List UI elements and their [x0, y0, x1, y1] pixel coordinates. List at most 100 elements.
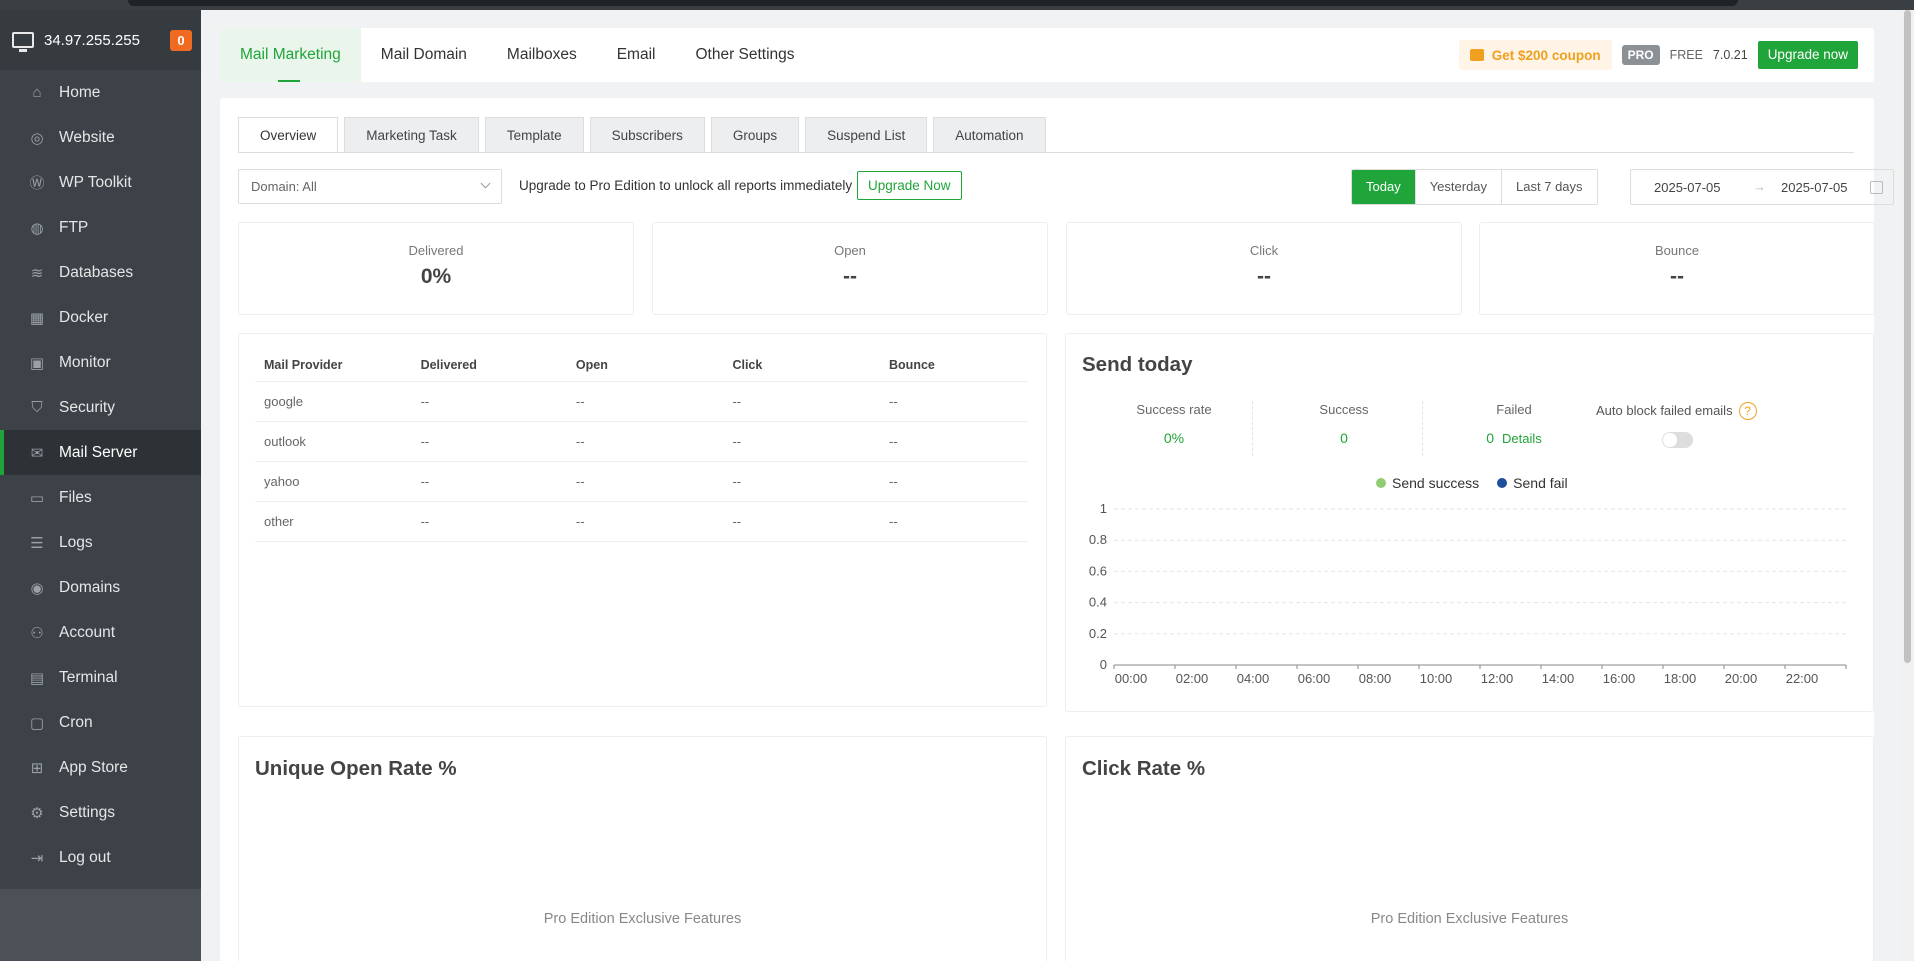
subtab-subscribers[interactable]: Subscribers: [589, 117, 705, 152]
x-tick-label: 04:00: [1237, 671, 1270, 686]
server-ip: 34.97.255.255: [44, 31, 140, 49]
sidebar-item-website[interactable]: ◎ Website: [0, 115, 201, 160]
table-cell: --: [723, 461, 881, 502]
sidebar-item-label: Files: [59, 488, 92, 506]
tab-other-settings[interactable]: Other Settings: [675, 28, 814, 82]
legend-dot-icon: [1376, 478, 1386, 488]
sidebar-item-files[interactable]: ▭ Files: [0, 475, 201, 520]
sidebar-item-logs[interactable]: ☰ Logs: [0, 520, 201, 565]
subtab-overview[interactable]: Overview: [238, 117, 339, 153]
tab-mailboxes[interactable]: Mailboxes: [487, 28, 597, 82]
auto-block-toggle[interactable]: [1662, 432, 1693, 448]
table-body: google -- -- -- -- outlook -- -- -- -- yahoo -- -- --…: [255, 381, 1028, 542]
sidebar-item-wp-toolkit[interactable]: Ⓦ WP Toolkit: [0, 160, 201, 205]
server-header[interactable]: 34.97.255.255 0: [0, 10, 201, 70]
legend-send-success[interactable]: Send success: [1376, 475, 1479, 491]
sidebar-item-terminal[interactable]: ▤ Terminal: [0, 655, 201, 700]
table-cell: --: [411, 501, 567, 542]
day-button-yesterday[interactable]: Yesterday: [1416, 170, 1503, 204]
tab-mail-domain[interactable]: Mail Domain: [361, 28, 487, 82]
subtab-automation[interactable]: Automation: [933, 117, 1046, 152]
notification-badge[interactable]: 0: [170, 30, 192, 51]
sidebar-item-label: FTP: [59, 218, 89, 236]
sidebar-item-domains[interactable]: ◉ Domains: [0, 565, 201, 610]
table-cell: --: [566, 381, 724, 422]
provider-table: Mail Provider Delivered Open Click Bounce go…: [255, 350, 1028, 542]
tab-mail-marketing[interactable]: Mail Marketing: [220, 28, 361, 82]
stat-card-delivered: Delivered 0%: [238, 222, 634, 315]
database-icon: ≋: [30, 264, 44, 282]
home-icon: ⌂: [32, 84, 42, 101]
coupon-label: Get $200 coupon: [1491, 47, 1601, 63]
table-cell: --: [566, 421, 724, 462]
upgrade-now-button[interactable]: Upgrade now: [1757, 41, 1858, 69]
sidebar-item-security[interactable]: ⛉ Security: [0, 385, 201, 430]
y-tick-label: 0.8: [1089, 532, 1107, 547]
sidebar-item-label: App Store: [59, 758, 128, 776]
scrollbar-thumb[interactable]: [1904, 10, 1911, 663]
table-cell: --: [723, 501, 881, 542]
calendar-icon: [1870, 181, 1883, 194]
pro-badge: PRO: [1621, 45, 1660, 65]
sub-tabs: Overview Marketing Task Template Subscriber…: [238, 117, 1046, 153]
sidebar-item-account[interactable]: ⚇ Account: [0, 610, 201, 655]
subtab-marketing-task[interactable]: Marketing Task: [344, 117, 479, 152]
logout-icon: ⇥: [30, 849, 44, 867]
metric-value: 0%: [1163, 430, 1185, 446]
stat-label: Click: [1249, 243, 1279, 258]
legend-send-fail[interactable]: Send fail: [1497, 475, 1568, 491]
divider: [1252, 401, 1253, 456]
help-icon[interactable]: ?: [1738, 402, 1757, 420]
table-row: yahoo -- -- -- --: [255, 461, 1028, 502]
legend-label: Send success: [1392, 475, 1480, 491]
y-tick-label: 0.2: [1089, 626, 1107, 641]
metric-label: Success: [1319, 402, 1369, 417]
monitor-icon: [12, 32, 34, 52]
sidebar-item-log-out[interactable]: ⇥ Log out: [0, 835, 201, 880]
details-link[interactable]: Details: [1502, 431, 1542, 446]
stat-value: --: [1257, 265, 1271, 288]
sidebar-item-docker[interactable]: ▦ Docker: [0, 295, 201, 340]
table-cell: google: [255, 381, 412, 422]
stat-value: --: [1670, 265, 1684, 288]
table-cell: --: [880, 381, 1028, 422]
sidebar-item-databases[interactable]: ≋ Databases: [0, 250, 201, 295]
sidebar-item-label: Domains: [59, 578, 121, 596]
y-tick-label: 0.4: [1089, 595, 1107, 610]
shield-icon: ⛉: [31, 399, 43, 416]
sidebar-item-label: Docker: [59, 308, 109, 326]
upgrade-message: Upgrade to Pro Edition to unlock all rep…: [519, 178, 853, 193]
domain-select[interactable]: Domain: All: [238, 169, 502, 204]
subtab-suspend-list[interactable]: Suspend List: [805, 117, 928, 152]
sidebar-item-settings[interactable]: ⚙ Settings: [0, 790, 201, 835]
tab-email[interactable]: Email: [597, 28, 676, 82]
subtab-template[interactable]: Template: [484, 117, 584, 152]
sidebar-item-monitor[interactable]: ▣ Monitor: [0, 340, 201, 385]
sidebar-item-mail-server[interactable]: ✉ Mail Server: [0, 430, 201, 475]
sidebar-item-label: Account: [59, 623, 116, 641]
metric-value: 0 Details: [1454, 430, 1574, 446]
day-button-last-7-days[interactable]: Last 7 days: [1502, 170, 1597, 204]
x-tick-label: 00:00: [1115, 671, 1148, 686]
stat-label: Bounce: [1654, 243, 1700, 258]
table-header-row: Mail Provider Delivered Open Click Bounce: [255, 350, 1028, 382]
date-range-picker[interactable]: 2025-07-05 → 2025-07-05: [1630, 169, 1894, 205]
provider-card: Mail Provider Delivered Open Click Bounce go…: [238, 333, 1047, 707]
table-cell: --: [566, 501, 724, 542]
sidebar-item-label: Databases: [59, 263, 134, 281]
day-button-today[interactable]: Today: [1352, 170, 1416, 204]
scrollbar[interactable]: [1900, 10, 1914, 961]
sidebar-item-ftp[interactable]: ◍ FTP: [0, 205, 201, 250]
stat-card-open: Open --: [652, 222, 1048, 315]
upgrade-pro-button[interactable]: Upgrade Now: [857, 171, 962, 200]
sidebar-item-home[interactable]: ⌂ Home: [0, 70, 201, 115]
coupon-button[interactable]: Get $200 coupon: [1458, 40, 1612, 70]
sidebar-item-app-store[interactable]: ⊞ App Store: [0, 745, 201, 790]
sidebar-item-label: Mail Server: [59, 443, 138, 461]
arrow-right-icon: →: [1753, 179, 1766, 194]
pro-exclusive-note: Pro Edition Exclusive Features: [1370, 911, 1569, 927]
chevron-down-icon: [480, 178, 491, 189]
table-row: outlook -- -- -- --: [255, 421, 1028, 462]
sidebar-item-cron[interactable]: ▢ Cron: [0, 700, 201, 745]
subtab-groups[interactable]: Groups: [710, 117, 800, 152]
